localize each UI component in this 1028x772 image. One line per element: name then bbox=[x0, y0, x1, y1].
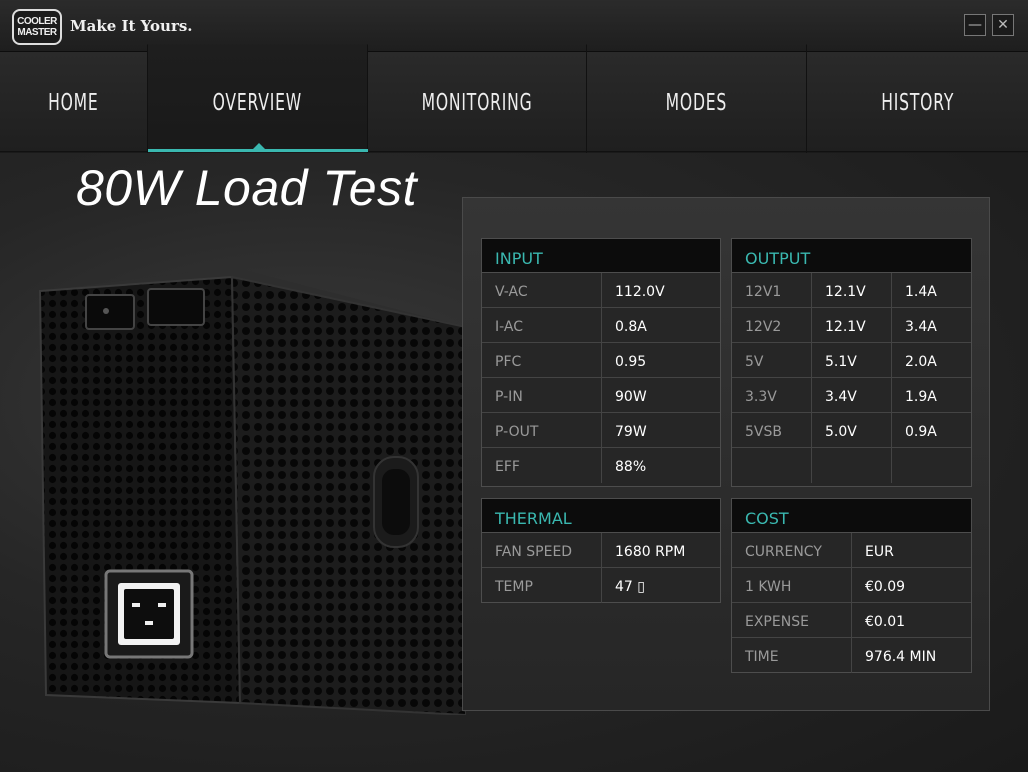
input-table: INPUT V-AC 112.0V I-AC 0.8A PFC 0.95 P-I… bbox=[481, 238, 721, 487]
rail-label: 12V1 bbox=[732, 273, 812, 307]
rail-current: 3.4A bbox=[905, 319, 937, 335]
cost-label: TIME bbox=[732, 638, 852, 673]
cost-label: 1 KWH bbox=[732, 568, 852, 602]
table-row: 12V1 12.1V 1.4A bbox=[732, 273, 971, 308]
close-button[interactable]: ✕ bbox=[992, 14, 1014, 36]
table-row: P-OUT 79W bbox=[482, 413, 720, 448]
cost-value: €0.09 bbox=[865, 579, 906, 595]
rail-voltage: 12.1V bbox=[812, 308, 892, 342]
output-table: OUTPUT 12V1 12.1V 1.4A 12V2 12.1V 3.4A 5… bbox=[731, 238, 972, 487]
thermal-value: 1680 RPM bbox=[615, 544, 686, 560]
close-icon: ✕ bbox=[997, 17, 1009, 33]
table-row: V-AC 112.0V bbox=[482, 273, 720, 308]
table-row: 5V 5.1V 2.0A bbox=[732, 343, 971, 378]
rail-current bbox=[892, 448, 971, 483]
cost-value: 976.4 MIN bbox=[865, 649, 937, 665]
thermal-value: 47 ▯ bbox=[615, 579, 645, 595]
input-value: 79W bbox=[615, 424, 647, 440]
table-row bbox=[732, 448, 971, 483]
table-row: FAN SPEED 1680 RPM bbox=[482, 533, 720, 568]
rail-voltage bbox=[812, 448, 892, 483]
input-label: P-OUT bbox=[482, 413, 602, 447]
logo-line-2: MASTER bbox=[17, 27, 57, 38]
table-row: P-IN 90W bbox=[482, 378, 720, 413]
table-row: TIME 976.4 MIN bbox=[732, 638, 971, 673]
rail-current: 0.9A bbox=[905, 424, 937, 440]
input-value: 90W bbox=[615, 389, 647, 405]
thermal-label: TEMP bbox=[482, 568, 602, 603]
rail-current: 1.9A bbox=[905, 389, 937, 405]
minimize-button[interactable]: — bbox=[964, 14, 986, 36]
table-row: I-AC 0.8A bbox=[482, 308, 720, 343]
thermal-label: FAN SPEED bbox=[482, 533, 602, 567]
rail-current: 1.4A bbox=[905, 284, 937, 300]
tab-monitoring[interactable]: MONITORING bbox=[368, 44, 587, 160]
table-row: 1 KWH €0.09 bbox=[732, 568, 971, 603]
cost-value: €0.01 bbox=[865, 614, 906, 630]
tab-home[interactable]: HOME bbox=[0, 44, 148, 160]
rail-label: 5V bbox=[732, 343, 812, 377]
rail-label: 12V2 bbox=[732, 308, 812, 342]
input-label: EFF bbox=[482, 448, 602, 483]
table-row: EFF 88% bbox=[482, 448, 720, 483]
tab-history-label: HISTORY bbox=[881, 88, 954, 116]
psu-image bbox=[38, 267, 466, 715]
input-label: V-AC bbox=[482, 273, 602, 307]
table-row: EXPENSE €0.01 bbox=[732, 603, 971, 638]
tab-monitoring-label: MONITORING bbox=[421, 88, 533, 116]
input-label: I-AC bbox=[482, 308, 602, 342]
input-value: 0.8A bbox=[615, 319, 647, 335]
table-row: CURRENCY EUR bbox=[732, 533, 971, 568]
tab-modes[interactable]: MODES bbox=[587, 44, 807, 160]
logo-line-1: COOLER bbox=[17, 16, 57, 27]
rail-voltage: 3.4V bbox=[812, 378, 892, 412]
stats-panel: INPUT V-AC 112.0V I-AC 0.8A PFC 0.95 P-I… bbox=[462, 197, 990, 711]
table-row: 5VSB 5.0V 0.9A bbox=[732, 413, 971, 448]
input-label: PFC bbox=[482, 343, 602, 377]
rail-label: 5VSB bbox=[732, 413, 812, 447]
rail-voltage: 5.1V bbox=[812, 343, 892, 377]
cooler-master-logo: COOLER MASTER bbox=[12, 9, 62, 45]
page-title: 80W Load Test bbox=[76, 160, 417, 216]
input-value: 88% bbox=[615, 459, 647, 475]
table-row: PFC 0.95 bbox=[482, 343, 720, 378]
rail-voltage: 5.0V bbox=[812, 413, 892, 447]
tab-overview-label: OVERVIEW bbox=[212, 88, 303, 116]
cost-header: COST bbox=[732, 499, 971, 533]
input-value: 112.0V bbox=[615, 284, 665, 300]
tab-modes-label: MODES bbox=[665, 88, 728, 116]
cost-label: EXPENSE bbox=[732, 603, 852, 637]
main-nav: HOME OVERVIEW MONITORING MODES HISTORY bbox=[0, 44, 1028, 160]
input-header: INPUT bbox=[482, 239, 720, 273]
output-header: OUTPUT bbox=[732, 239, 971, 273]
rail-current: 2.0A bbox=[905, 354, 937, 370]
cost-table: COST CURRENCY EUR 1 KWH €0.09 EXPENSE €0… bbox=[731, 498, 972, 673]
thermal-table: THERMAL FAN SPEED 1680 RPM TEMP 47 ▯ bbox=[481, 498, 721, 603]
rail-voltage: 12.1V bbox=[812, 273, 892, 307]
thermal-header: THERMAL bbox=[482, 499, 720, 533]
tagline: Make It Yours. bbox=[70, 17, 193, 35]
tab-home-label: HOME bbox=[48, 88, 99, 116]
rail-label: 3.3V bbox=[732, 378, 812, 412]
table-row: TEMP 47 ▯ bbox=[482, 568, 720, 603]
minimize-icon: — bbox=[968, 17, 982, 33]
table-row: 12V2 12.1V 3.4A bbox=[732, 308, 971, 343]
tab-history[interactable]: HISTORY bbox=[807, 45, 1028, 160]
input-value: 0.95 bbox=[615, 354, 647, 370]
input-label: P-IN bbox=[482, 378, 602, 412]
active-tab-caret bbox=[252, 143, 266, 150]
overview-content: 80W Load Test INPUT V-AC 112.0V I-AC 0.8… bbox=[0, 153, 1028, 772]
cost-value: EUR bbox=[865, 544, 894, 560]
table-row: 3.3V 3.4V 1.9A bbox=[732, 378, 971, 413]
rail-label bbox=[732, 448, 812, 483]
cost-label: CURRENCY bbox=[732, 533, 852, 567]
